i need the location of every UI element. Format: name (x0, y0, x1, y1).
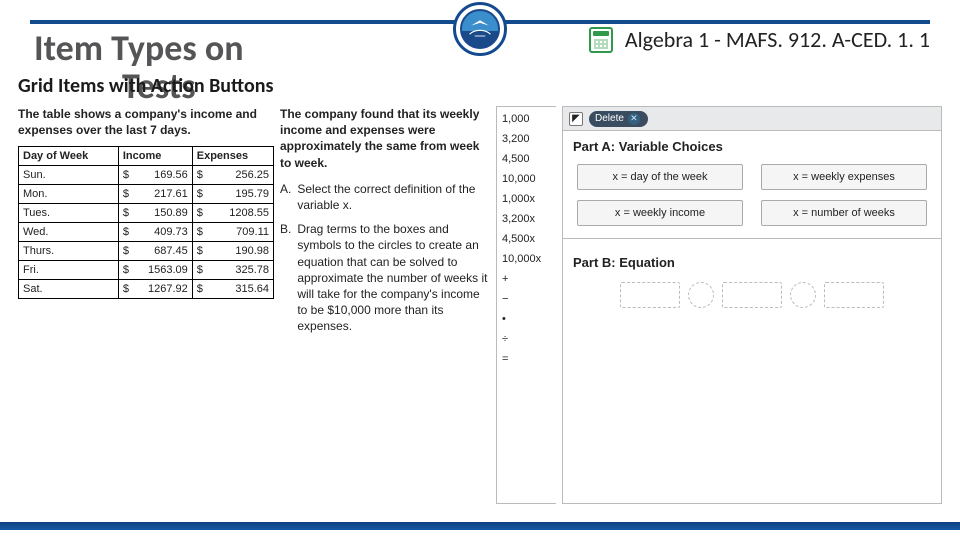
draggable-term[interactable]: + (499, 271, 554, 287)
draggable-term[interactable]: ÷ (499, 331, 554, 347)
cell-day: Sat. (19, 280, 119, 299)
content-row: The table shows a company's income and e… (18, 106, 942, 504)
cell-income: $217.61 (118, 185, 192, 204)
item-label: A. (280, 181, 291, 213)
term-drop-slot[interactable] (722, 282, 782, 308)
delete-label: Delete (595, 113, 624, 124)
standard-code: Algebra 1 - MAFS. 912. A-CED. 1. 1 (625, 26, 930, 53)
cell-expenses: $315.64 (192, 280, 273, 299)
term-drop-slot[interactable] (620, 282, 680, 308)
item-text: Select the correct definition of the var… (297, 181, 490, 213)
col-income: Income (118, 147, 192, 166)
cell-income: $169.56 (118, 166, 192, 185)
table-row: Thurs.$687.45$190.98 (19, 242, 274, 261)
draggable-term[interactable]: • (499, 311, 554, 327)
cell-expenses: $325.78 (192, 261, 273, 280)
draggable-term[interactable]: 1,000x (499, 191, 554, 207)
slide-title: Item Types on Tests (34, 26, 244, 70)
symbol-drop-slot[interactable] (790, 282, 816, 308)
item-label: B. (280, 221, 291, 334)
cell-day: Wed. (19, 223, 119, 242)
instructions-intro: The company found that its weekly income… (280, 106, 490, 171)
table-header-row: Day of Week Income Expenses (19, 147, 274, 166)
cell-day: Fri. (19, 261, 119, 280)
cell-expenses: $190.98 (192, 242, 273, 261)
header-right: Algebra 1 - MAFS. 912. A-CED. 1. 1 (589, 26, 930, 53)
section-divider (563, 238, 941, 239)
draggable-term[interactable]: 1,000 (499, 111, 554, 127)
slide-subtitle: Grid Items with Action Buttons (18, 74, 273, 98)
table-row: Mon.$217.61$195.79 (19, 185, 274, 204)
cell-expenses: $195.79 (192, 185, 273, 204)
table-pane: The table shows a company's income and e… (18, 106, 274, 504)
cell-income: $409.73 (118, 223, 192, 242)
term-drop-slot[interactable] (824, 282, 884, 308)
draggable-term[interactable]: 4,500x (499, 231, 554, 247)
draggable-term[interactable]: 3,200 (499, 131, 554, 147)
district-logo (453, 2, 507, 56)
table-intro: The table shows a company's income and e… (18, 106, 274, 138)
cell-income: $1267.92 (118, 280, 192, 299)
delete-button[interactable]: Delete ✕ (589, 111, 648, 127)
income-table: Day of Week Income Expenses Sun.$169.56$… (18, 146, 274, 299)
variable-choice[interactable]: x = weekly expenses (761, 164, 927, 190)
variable-choice[interactable]: x = weekly income (577, 200, 743, 226)
variable-choice[interactable]: x = number of weeks (761, 200, 927, 226)
table-row: Fri.$1563.09$325.78 (19, 261, 274, 280)
item-text: Drag terms to the boxes and symbols to t… (297, 221, 490, 334)
col-expenses: Expenses (192, 147, 273, 166)
workspace-pane: ◤ Delete ✕ Part A: Variable Choices x = … (562, 106, 942, 504)
cell-income: $687.45 (118, 242, 192, 261)
part-b-title: Part B: Equation (563, 247, 941, 276)
equation-dropzone[interactable] (563, 276, 941, 318)
calculator-icon[interactable] (589, 27, 613, 53)
draggable-term[interactable]: 4,500 (499, 151, 554, 167)
variable-choices: x = day of the week x = weekly expenses x … (563, 160, 941, 236)
symbol-drop-slot[interactable] (688, 282, 714, 308)
cell-income: $150.89 (118, 204, 192, 223)
cell-day: Sun. (19, 166, 119, 185)
cell-day: Tues. (19, 204, 119, 223)
part-a-title: Part A: Variable Choices (563, 131, 941, 160)
draggable-term[interactable]: − (499, 291, 554, 307)
draggable-term[interactable]: = (499, 351, 554, 367)
slide: Item Types on Tests Grid Items with Acti… (0, 0, 960, 540)
draggable-term[interactable]: 10,000x (499, 251, 554, 267)
table-row: Sat.$1267.92$315.64 (19, 280, 274, 299)
cell-day: Thurs. (19, 242, 119, 261)
close-x-icon: ✕ (628, 113, 640, 125)
draggable-term[interactable]: 10,000 (499, 171, 554, 187)
instruction-item: B.Drag terms to the boxes and symbols to… (280, 221, 490, 334)
table-row: Tues.$150.89$1208.55 (19, 204, 274, 223)
terms-palette: 1,000 3,200 4,500 10,000 1,000x 3,200x 4,500x 1… (496, 106, 556, 504)
col-day: Day of Week (19, 147, 119, 166)
variable-choice[interactable]: x = day of the week (577, 164, 743, 190)
cell-day: Mon. (19, 185, 119, 204)
cell-expenses: $1208.55 (192, 204, 273, 223)
bottom-divider (0, 522, 960, 530)
cell-expenses: $256.25 (192, 166, 273, 185)
table-row: Sun.$169.56$256.25 (19, 166, 274, 185)
pointer-icon[interactable]: ◤ (569, 112, 583, 126)
instructions-pane: The company found that its weekly income… (280, 106, 490, 504)
instruction-item: A.Select the correct definition of the v… (280, 181, 490, 213)
draggable-term[interactable]: 3,200x (499, 211, 554, 227)
workspace-toolbar: ◤ Delete ✕ (563, 107, 941, 131)
cell-expenses: $709.11 (192, 223, 273, 242)
cell-income: $1563.09 (118, 261, 192, 280)
table-row: Wed.$409.73$709.11 (19, 223, 274, 242)
logo-graphic (466, 15, 494, 43)
